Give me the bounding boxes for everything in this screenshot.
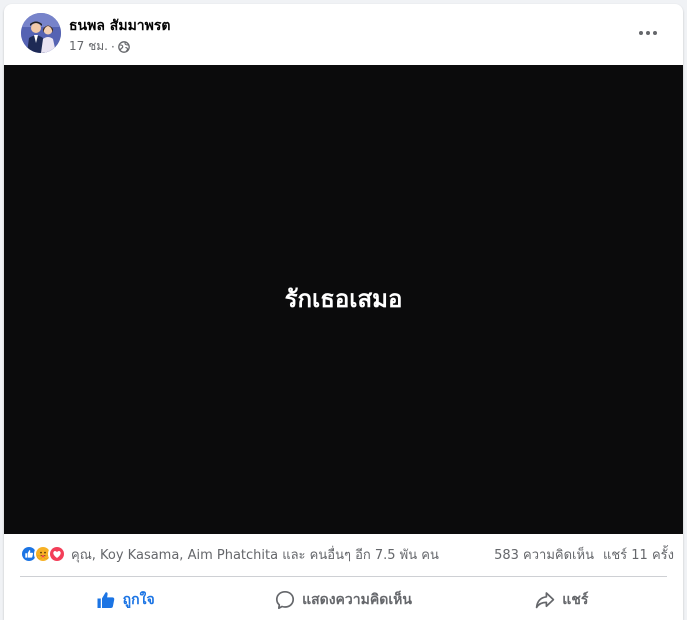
reactors-summary[interactable]: คุณ, Koy Kasama, Aim Phatchita และ คนอื่… bbox=[71, 544, 439, 565]
more-options-button[interactable] bbox=[633, 18, 663, 48]
globe-icon[interactable] bbox=[117, 40, 130, 53]
ellipsis-icon bbox=[639, 31, 657, 35]
post-card: ธนพล สัมมาพรต 17 ชม. · รักเธอเสมอ คุณ, K… bbox=[4, 4, 683, 620]
shares-count[interactable]: แชร์ 11 ครั้ง bbox=[603, 544, 674, 565]
comment-icon bbox=[276, 590, 295, 610]
post-meta: 17 ชม. · bbox=[69, 37, 130, 56]
like-button[interactable]: ถูกใจ bbox=[16, 580, 234, 620]
post-header: ธนพล สัมมาพรต 17 ชม. · bbox=[4, 4, 683, 65]
meta-separator: · bbox=[110, 39, 115, 54]
comment-button-label: แสดงความคิดเห็น bbox=[302, 592, 412, 608]
post-time[interactable]: 17 ชม. bbox=[69, 37, 108, 56]
post-stats: คุณ, Koy Kasama, Aim Phatchita และ คนอื่… bbox=[4, 538, 683, 570]
comments-count[interactable]: 583 ความคิดเห็น bbox=[494, 544, 594, 565]
thumbs-up-icon bbox=[97, 592, 114, 608]
post-actions: ถูกใจ แสดงความคิดเห็น แชร์ bbox=[16, 580, 671, 620]
share-icon bbox=[536, 592, 555, 609]
media-caption: รักเธอเสมอ bbox=[284, 285, 403, 313]
avatar-photo bbox=[21, 13, 61, 53]
love-reaction-icon bbox=[48, 545, 66, 563]
share-button-label: แชร์ bbox=[562, 592, 589, 608]
share-button[interactable]: แชร์ bbox=[453, 580, 671, 620]
like-button-label: ถูกใจ bbox=[122, 592, 155, 608]
author-avatar[interactable] bbox=[21, 13, 61, 53]
comment-button[interactable]: แสดงความคิดเห็น bbox=[234, 580, 452, 620]
post-media[interactable]: รักเธอเสมอ bbox=[4, 65, 683, 534]
author-name[interactable]: ธนพล สัมมาพรต bbox=[69, 15, 171, 37]
reaction-icons[interactable] bbox=[20, 545, 66, 563]
actions-divider bbox=[20, 576, 667, 577]
